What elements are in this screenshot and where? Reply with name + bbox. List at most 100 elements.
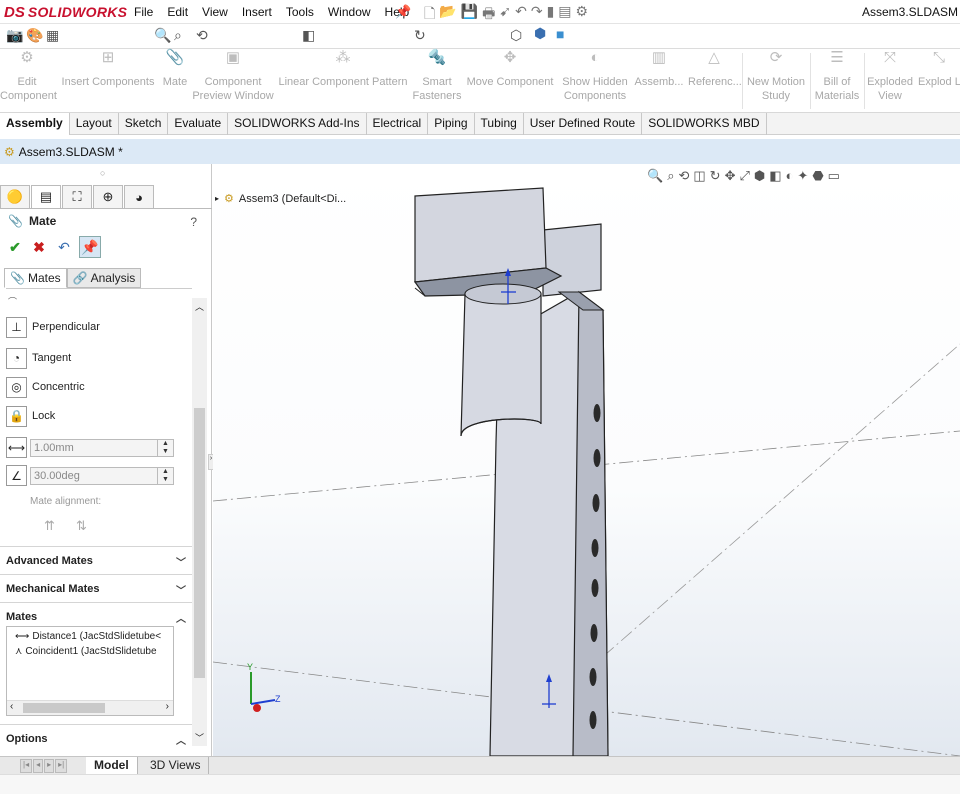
mate-concentric[interactable]: ◎ Concentric xyxy=(6,376,85,398)
chevron-left-icon[interactable]: ‹ xyxy=(10,701,13,712)
tab-analysis[interactable]: 🔗 Analysis xyxy=(66,268,142,288)
chevron-right-icon[interactable]: › xyxy=(166,701,169,712)
tab-tubing[interactable]: Tubing xyxy=(475,113,524,135)
distance-input[interactable]: 1.00mm ▲ ▼ xyxy=(30,439,174,457)
tab-sketch[interactable]: Sketch xyxy=(119,113,169,135)
document-title: Assem3.SLDASM xyxy=(861,5,958,19)
previous-view-icon[interactable]: ⟲ xyxy=(196,27,208,44)
rotate-icon[interactable]: ↻ xyxy=(414,27,426,44)
insert-components-button[interactable]: ⊞ Insert Components xyxy=(60,50,156,89)
linear-pattern-button[interactable]: ⁂ Linear Component Pattern xyxy=(278,50,408,89)
reference-geometry-button[interactable]: △ Referenc... xyxy=(688,50,742,89)
display-manager-tab-icon[interactable]: ◕ xyxy=(124,185,154,208)
scrollbar-thumb[interactable] xyxy=(23,703,105,713)
menu-file[interactable]: File xyxy=(127,5,160,19)
zoom-area-icon[interactable]: ⌕ xyxy=(174,27,182,44)
feature-manager-tab-icon[interactable]: 🟡 xyxy=(0,185,30,208)
tab-addins[interactable]: SOLIDWORKS Add-Ins xyxy=(228,113,367,135)
assembly-features-button[interactable]: ▥ Assemb... xyxy=(634,50,684,89)
analysis-tab-icon: 🔗 xyxy=(72,271,88,285)
show-hidden-label: Show Hidden Components xyxy=(562,76,628,102)
options-section[interactable]: Options ︿ xyxy=(0,724,192,750)
mates-section[interactable]: Mates ︿ xyxy=(0,602,192,628)
list-item[interactable]: ⟷ Distance1 (JacStdSlidetube< xyxy=(15,631,173,642)
mate-lock[interactable]: 🔒 Lock xyxy=(6,405,55,427)
dimxpert-tab-icon[interactable]: ⊕ xyxy=(93,185,123,208)
tab-evaluate[interactable]: Evaluate xyxy=(168,113,229,135)
first-tab-icon[interactable]: |◂ xyxy=(20,759,33,773)
tab-user-defined-route[interactable]: User Defined Route xyxy=(524,113,643,135)
tab-electrical[interactable]: Electrical xyxy=(367,113,429,135)
tab-3d-views[interactable]: 3D Views xyxy=(142,757,210,775)
status-bar xyxy=(0,774,960,794)
scroll-down-icon[interactable]: ﹀ xyxy=(195,731,204,744)
bill-of-materials-button[interactable]: ☰ Bill of Materials xyxy=(812,50,862,103)
property-manager-tab-icon[interactable]: ▤ xyxy=(31,185,61,208)
configuration-manager-tab-icon[interactable]: ⛶ xyxy=(62,185,92,208)
panel-grip-icon[interactable]: ○ xyxy=(100,168,105,178)
last-tab-icon[interactable]: ▸| xyxy=(55,759,68,773)
new-motion-study-button[interactable]: ⟳ New Motion Study xyxy=(744,50,808,103)
menu-insert[interactable]: Insert xyxy=(235,5,279,19)
advanced-mates-section[interactable]: Advanced Mates ﹀ xyxy=(0,546,192,572)
pin-icon[interactable]: 📌 xyxy=(395,4,411,20)
menu-view[interactable]: View xyxy=(195,5,235,19)
prev-tab-icon[interactable]: ◂ xyxy=(33,759,44,773)
chevron-down-icon: ﹀ xyxy=(176,558,186,569)
scroll-up-icon[interactable]: ︿ xyxy=(195,300,204,313)
camera-icon[interactable]: 📷 xyxy=(6,27,23,44)
undo-mate-icon[interactable]: ↶ xyxy=(53,236,75,258)
menu-window[interactable]: Window xyxy=(321,5,378,19)
edit-component-button[interactable]: ⚙ Edit Component xyxy=(0,50,57,103)
list-item[interactable]: ⋏ Coincident1 (JacStdSlidetube xyxy=(15,646,173,657)
angle-icon[interactable]: ∠ xyxy=(6,465,27,486)
display-style-icon[interactable]: ◧ xyxy=(302,27,315,44)
mates-list[interactable]: ⟷ Distance1 (JacStdSlidetube< ⋏ Coincide… xyxy=(6,626,174,716)
model-view[interactable]: Y Z xyxy=(213,164,960,756)
distance-spinner-icon[interactable]: ▲ ▼ xyxy=(157,440,173,456)
explode-line-sketch-button[interactable]: ⤡ Explod Line Ske xyxy=(918,51,960,89)
ok-checkmark-icon[interactable]: ✔ xyxy=(4,236,26,258)
tab-mates[interactable]: 📎 Mates xyxy=(4,268,67,288)
solidworks-logo[interactable]: DS SOLIDWORKS xyxy=(4,1,127,23)
tab-mbd[interactable]: SOLIDWORKS MBD xyxy=(642,113,767,135)
tab-model[interactable]: Model xyxy=(86,757,138,775)
graphics-area[interactable]: 🔍 ⌕ ⟲ ◫ ↻ ✥ ⤢ ⬢ ◧ ◐ ✦ ⬣ ▭ ▸ ⚙ Assem3 (De… xyxy=(213,164,960,756)
smart-fasteners-button[interactable]: 🔩 Smart Fasteners xyxy=(410,50,464,103)
cube-view-icon[interactable]: ■ xyxy=(556,26,564,42)
next-tab-icon[interactable]: ▸ xyxy=(44,759,55,773)
exploded-view-button[interactable]: ⤧ Exploded View xyxy=(866,50,914,103)
distance-mate-icon: ⟷ xyxy=(15,631,30,642)
view-orientation-icon[interactable]: ⬡ xyxy=(510,27,522,44)
scrollbar-thumb[interactable] xyxy=(194,408,205,678)
mechanical-mates-section[interactable]: Mechanical Mates ﹀ xyxy=(0,574,192,600)
keep-visible-pin-icon[interactable]: 📌 xyxy=(79,236,101,258)
anti-aligned-icon[interactable]: ⇅ xyxy=(76,518,87,534)
component-preview-button[interactable]: ▣ Component Preview Window xyxy=(192,50,274,103)
angle-input[interactable]: 30.00deg ▲ ▼ xyxy=(30,467,174,485)
zoom-to-fit-icon[interactable]: 🔍 xyxy=(154,27,171,44)
mate-tangent[interactable]: ◔ Tangent xyxy=(6,347,71,369)
vertical-scrollbar[interactable]: ︿ ﹀ xyxy=(192,298,207,746)
cancel-x-icon[interactable]: ✖ xyxy=(28,236,50,258)
perpendicular-icon: ⊥ xyxy=(6,316,27,338)
tab-assembly[interactable]: Assembly xyxy=(0,113,70,135)
distance-icon[interactable]: ⟷ xyxy=(6,437,27,458)
tab-layout[interactable]: Layout xyxy=(70,113,119,135)
origin-axis-line xyxy=(548,343,960,705)
menu-tools[interactable]: Tools xyxy=(279,5,321,19)
appearance-icon[interactable]: 🎨 xyxy=(26,27,43,44)
tab-piping[interactable]: Piping xyxy=(428,113,475,135)
scene-icon[interactable]: ▦ xyxy=(46,27,59,44)
help-icon[interactable]: ? xyxy=(190,215,197,229)
show-hidden-button[interactable]: ◐ Show Hidden Components xyxy=(560,50,630,103)
menu-edit[interactable]: Edit xyxy=(160,5,195,19)
mate-button[interactable]: 📎 Mate xyxy=(160,50,190,89)
shaded-view-icon[interactable]: ⬢ xyxy=(534,25,546,42)
move-component-button[interactable]: ✥ Move Component xyxy=(466,50,554,89)
document-tab[interactable]: Assem3.SLDASM * xyxy=(19,145,123,159)
mate-perpendicular[interactable]: ⊥ Perpendicular xyxy=(6,316,100,338)
horizontal-scrollbar[interactable]: ‹ › xyxy=(7,700,173,715)
angle-spinner-icon[interactable]: ▲ ▼ xyxy=(157,468,173,484)
aligned-icon[interactable]: ⇈ xyxy=(44,518,55,534)
